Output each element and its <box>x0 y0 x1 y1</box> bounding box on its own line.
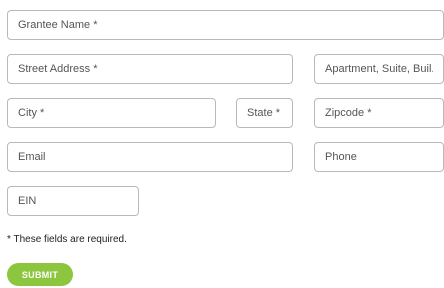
email-field[interactable] <box>7 142 293 172</box>
apartment-suite-field[interactable] <box>314 54 444 84</box>
phone-field[interactable] <box>314 142 444 172</box>
street-address-field[interactable] <box>7 54 293 84</box>
state-field[interactable] <box>236 98 293 128</box>
ein-field[interactable] <box>7 186 139 216</box>
required-fields-note: * These fields are required. <box>7 234 127 245</box>
zipcode-field[interactable] <box>314 98 444 128</box>
submit-button[interactable]: SUBMIT <box>7 263 73 286</box>
grantee-name-field[interactable] <box>7 10 444 40</box>
city-field[interactable] <box>7 98 216 128</box>
